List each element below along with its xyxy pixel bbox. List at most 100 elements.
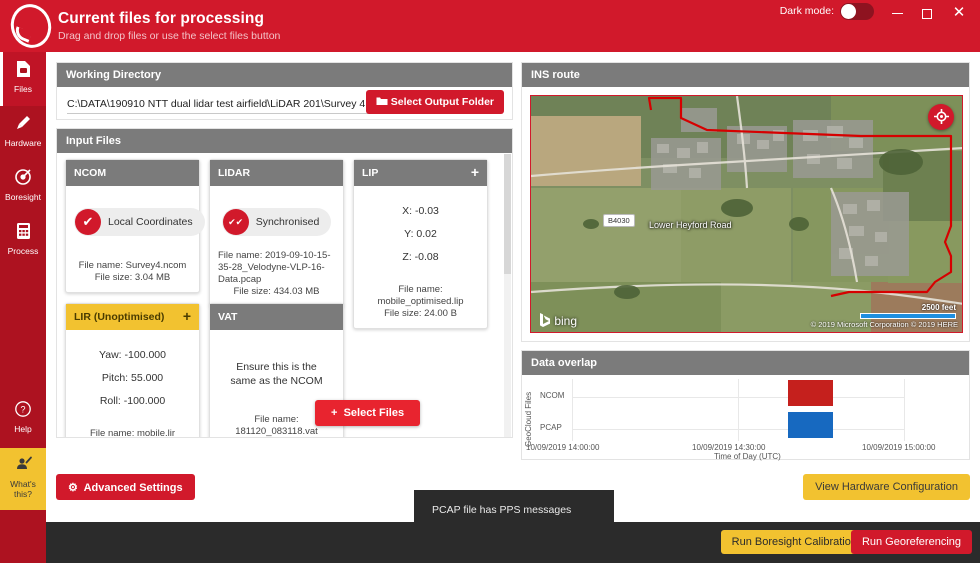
sidebar-item-process-label: Process: [7, 246, 39, 256]
minimize-button[interactable]: [882, 2, 912, 24]
working-directory-header: Working Directory: [57, 63, 512, 87]
file-name: File name: mobile.lir: [90, 428, 175, 438]
map-view[interactable]: B4030 Lower Heyford Road bing 2500 feet …: [530, 95, 963, 333]
double-check-icon: ✔✔: [222, 209, 249, 235]
question-circle-icon: ?: [0, 400, 46, 422]
input-files-panel: Input Files NCOM ✔ Local Coordinates Fil…: [56, 128, 513, 438]
chart-gridline: [572, 429, 905, 430]
working-directory-body: Select Output Folder: [57, 87, 512, 120]
ins-route-panel: INS route B4030 Lower Heyford Road bing …: [521, 62, 970, 342]
file-card-ncom-meta: File name: Survey4.ncom File size: 3.04 …: [74, 236, 191, 284]
locate-button[interactable]: [928, 104, 954, 130]
tooltip-text: PCAP file has PPS messages: [432, 504, 572, 516]
input-files-header: Input Files: [57, 129, 512, 153]
chart-x-axis-title: Time of Day (UTC): [714, 452, 781, 461]
plus-icon: +: [331, 407, 338, 419]
chart-y-tick-ncom: NCOM: [540, 391, 565, 400]
data-overlap-header: Data overlap: [522, 351, 969, 375]
chart-x-tick-0: 10/09/2019 14:00:00: [526, 443, 600, 452]
crosshair-icon: [933, 109, 949, 125]
select-files-button[interactable]: + Select Files: [315, 400, 421, 426]
chart-gridline: [572, 379, 573, 441]
sidebar-item-help[interactable]: ? Help: [0, 392, 46, 446]
file-card-lir-header: LIR (Unoptimised) +: [66, 304, 199, 330]
file-card-ncom-header: NCOM: [66, 160, 199, 186]
close-icon: ✕: [952, 4, 966, 21]
file-card-lip-body: X: -0.03 Y: 0.02 Z: -0.08 File name: mob…: [354, 186, 487, 328]
working-directory-panel: Working Directory Select Output Folder: [56, 62, 513, 120]
lip-value-y: Y: 0.02: [404, 228, 437, 240]
file-card-lir-body: Yaw: -100.000 Pitch: 55.000 Roll: -100.0…: [66, 330, 199, 438]
file-card-lip[interactable]: LIP + X: -0.03 Y: 0.02 Z: -0.08 File nam…: [353, 159, 488, 329]
file-card-ncom-body: ✔ Local Coordinates File name: Survey4.n…: [66, 186, 205, 292]
bing-logo-text: bing: [554, 314, 578, 328]
sidebar-item-whats-this[interactable]: What's this?: [0, 448, 46, 510]
select-output-folder-button[interactable]: Select Output Folder: [365, 90, 504, 114]
sidebar-item-help-label: Help: [14, 424, 32, 434]
sidebar-item-boresight[interactable]: Boresight: [0, 160, 46, 214]
file-card-vat-title: VAT: [218, 311, 238, 323]
application-window: Current files for processing Drag and dr…: [0, 0, 980, 563]
minimize-icon: [891, 13, 903, 15]
sidebar-item-process[interactable]: Process: [0, 214, 46, 268]
file-card-ncom[interactable]: NCOM ✔ Local Coordinates File name: Surv…: [65, 159, 205, 293]
maximize-button[interactable]: [912, 2, 942, 24]
file-size: File size: 24.00 B: [384, 308, 457, 319]
sidebar-item-boresight-label: Boresight: [5, 192, 41, 202]
advanced-settings-label: Advanced Settings: [83, 481, 183, 494]
lir-value-pitch: Pitch: 55.000: [101, 372, 164, 384]
map-scale-label: 2500 feet: [921, 303, 956, 312]
dark-mode-label: Dark mode:: [779, 5, 834, 17]
chart-bar-ncom: [788, 380, 833, 406]
chart-gridline: [572, 397, 905, 398]
file-card-lidar-meta: File name: 2019-09-10-15-35-28_Velodyne-…: [218, 236, 335, 298]
sidebar-item-hardware[interactable]: Hardware: [0, 106, 46, 160]
app-logo: [5, 0, 57, 54]
input-files-body: NCOM ✔ Local Coordinates File name: Surv…: [57, 153, 512, 437]
file-card-lidar[interactable]: LIDAR ✔✔ Synchronised File name: 2019-09…: [209, 159, 344, 307]
close-button[interactable]: ✕: [944, 2, 974, 24]
target-icon: [0, 168, 46, 190]
file-card-lir[interactable]: LIR (Unoptimised) + Yaw: -100.000 Pitch:…: [65, 303, 200, 438]
file-card-vat-header: VAT: [210, 304, 343, 330]
file-name: File name: Survey4.ncom: [78, 260, 187, 271]
lip-value-z: Z: -0.08: [402, 251, 439, 263]
run-georeferencing-button[interactable]: Run Georeferencing: [850, 530, 972, 554]
dark-mode-toggle[interactable]: [840, 3, 874, 20]
person-raise-hand-icon: [0, 455, 46, 477]
working-directory-input[interactable]: [67, 94, 377, 114]
file-card-lip-meta: File name: mobile_optimised.lip File siz…: [362, 274, 479, 320]
sidebar: Files Hardware Boresight Process ? Help: [0, 52, 58, 563]
svg-text:?: ?: [20, 405, 25, 415]
road-label-lower-heyford-road: Lower Heyford Road: [649, 220, 732, 230]
run-boresight-calibration-label: Run Boresight Calibration: [731, 536, 857, 548]
sidebar-bottom-filler: [0, 522, 46, 563]
view-hardware-configuration-button[interactable]: View Hardware Configuration: [803, 474, 970, 500]
calculator-icon: [0, 222, 46, 244]
bottom-action-bar: Run Boresight Calibration Run Georeferen…: [46, 522, 980, 563]
dark-mode-toggle-knob: [841, 4, 856, 19]
run-georeferencing-label: Run Georeferencing: [861, 536, 961, 548]
add-lir-icon[interactable]: +: [183, 308, 191, 324]
data-overlap-panel: Data overlap GeoCloud Files NCOM PCAP 10…: [521, 350, 970, 461]
file-card-lidar-body: ✔✔ Synchronised File name: 2019-09-10-15…: [210, 186, 343, 306]
road-shield-b4030: B4030: [603, 214, 635, 227]
sidebar-item-files-label: Files: [14, 84, 32, 94]
file-size: File size: 3.04 MB: [94, 272, 171, 283]
page-title: Current files for processing: [58, 10, 265, 27]
select-files-label: Select Files: [343, 407, 405, 419]
status-badge-synchronised: ✔✔ Synchronised: [221, 208, 332, 236]
bing-logo: bing: [539, 313, 577, 328]
data-overlap-chart: GeoCloud Files NCOM PCAP 10/09/2019 14:0…: [522, 375, 969, 461]
input-files-scrollbar-thumb[interactable]: [504, 154, 511, 274]
run-boresight-calibration-button[interactable]: Run Boresight Calibration: [720, 530, 868, 554]
status-badge-local-coordinates: ✔ Local Coordinates: [74, 208, 205, 236]
chart-y-tick-pcap: PCAP: [540, 423, 562, 432]
folder-icon: [376, 96, 391, 108]
screwdriver-icon: [0, 114, 46, 136]
sidebar-item-files[interactable]: Files: [0, 52, 46, 106]
file-card-lip-title: LIP: [362, 167, 379, 179]
advanced-settings-button[interactable]: ⚙ Advanced Settings: [56, 474, 195, 500]
add-lip-icon[interactable]: +: [471, 164, 479, 180]
map-attribution: © 2019 Microsoft Corporation © 2019 HERE: [810, 320, 958, 329]
